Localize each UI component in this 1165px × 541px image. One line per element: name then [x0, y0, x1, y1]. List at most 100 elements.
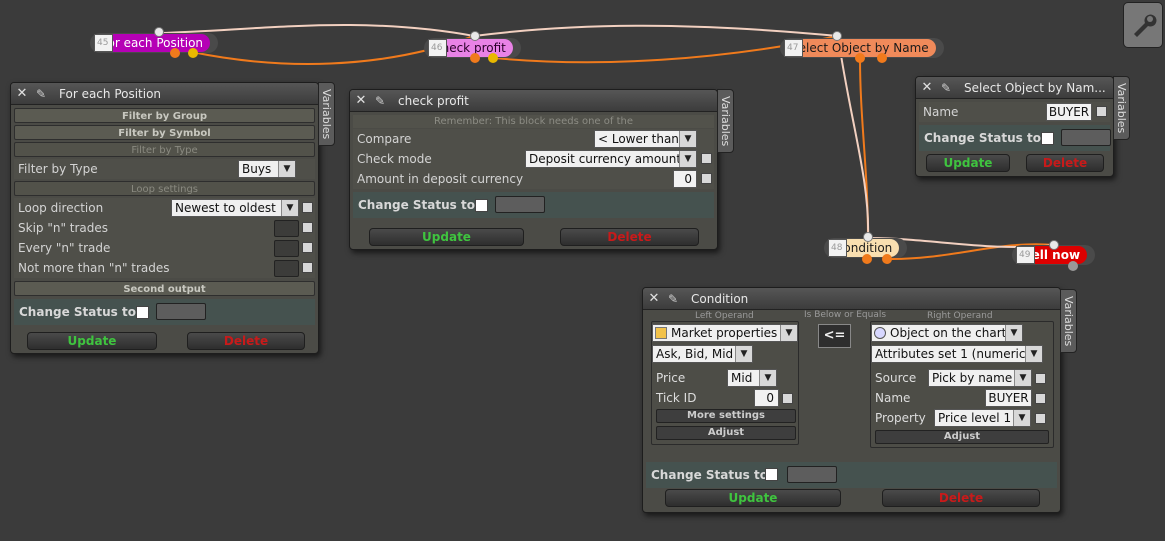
section-filter-symbol[interactable]: Filter by Symbol: [14, 125, 315, 140]
variables-tab[interactable]: Variables: [318, 82, 335, 146]
name-input[interactable]: BUYER: [985, 389, 1032, 407]
price-select[interactable]: Mid ▼: [727, 369, 777, 387]
tickid-checkbox[interactable]: [782, 393, 793, 404]
every-checkbox[interactable]: [302, 242, 313, 253]
tool-button[interactable]: [1123, 2, 1163, 48]
change-status-checkbox[interactable]: [136, 306, 149, 319]
name-input[interactable]: BUYER: [1046, 103, 1092, 121]
section-filter-group[interactable]: Filter by Group: [14, 108, 315, 123]
node-46-output-port[interactable]: [470, 53, 480, 63]
check-mode-checkbox[interactable]: [701, 153, 712, 164]
section-loop-settings[interactable]: Loop settings: [14, 181, 315, 196]
right-sub-select[interactable]: Attributes set 1 (numeric) ▼: [871, 345, 1043, 363]
change-status-checkbox[interactable]: [475, 199, 488, 212]
right-operand-caption: Right Operand: [927, 311, 993, 321]
window-title: check profit: [398, 93, 469, 108]
operator-box[interactable]: <=: [818, 324, 851, 348]
change-status-input[interactable]: [156, 303, 206, 320]
update-button[interactable]: Update: [926, 154, 1010, 172]
tickid-input[interactable]: 0: [754, 389, 779, 407]
node-45-input-port[interactable]: [154, 27, 164, 37]
close-icon[interactable]: ✕: [354, 93, 368, 108]
close-icon[interactable]: ✕: [920, 80, 934, 95]
node-49-input-port[interactable]: [1049, 240, 1059, 250]
pin-icon[interactable]: ✎: [29, 87, 53, 101]
node-49-output-port[interactable]: [1068, 261, 1078, 271]
section-filter-type[interactable]: Filter by Type: [14, 142, 315, 157]
node-46-second-output-port[interactable]: [488, 53, 498, 63]
change-status-input[interactable]: [787, 466, 837, 483]
delete-button[interactable]: Delete: [882, 489, 1040, 507]
check-mode-select[interactable]: Deposit currency amount ▼: [525, 150, 697, 168]
skip-input[interactable]: [274, 219, 299, 237]
source-checkbox[interactable]: [1035, 373, 1046, 384]
close-icon[interactable]: ✕: [15, 86, 29, 101]
property-checkbox[interactable]: [1035, 413, 1046, 424]
name-checkbox[interactable]: [1035, 393, 1046, 404]
every-row: Every "n" trade: [14, 238, 315, 258]
node-46-input-port[interactable]: [470, 31, 480, 41]
variables-tab[interactable]: Variables: [1060, 289, 1077, 353]
change-status-input[interactable]: [495, 196, 545, 213]
node-47-second-output-port[interactable]: [877, 53, 887, 63]
skip-row: Skip "n" trades: [14, 218, 315, 238]
section-second-output[interactable]: Second output: [14, 281, 315, 296]
chevron-down-icon: ▼: [1025, 346, 1042, 362]
amount-input[interactable]: 0: [673, 170, 697, 188]
loop-direction-row: Loop direction Newest to oldest ▼: [14, 198, 315, 218]
update-button[interactable]: Update: [665, 489, 841, 507]
update-button[interactable]: Update: [369, 228, 524, 246]
notmore-input[interactable]: [274, 259, 299, 277]
node-45[interactable]: 45 For each Position: [90, 33, 219, 53]
pin-icon[interactable]: ✎: [368, 94, 392, 108]
notmore-checkbox[interactable]: [302, 262, 313, 273]
window-titlebar[interactable]: ✕ ✎ check profit: [350, 90, 717, 112]
chevron-down-icon: ▼: [679, 151, 696, 167]
window-check-profit: ✕ ✎ check profit Remember: This block ne…: [349, 89, 718, 250]
node-47-output-port[interactable]: [855, 53, 865, 63]
compare-label: Compare: [357, 132, 412, 146]
window-titlebar[interactable]: ✕ ✎ For each Position: [11, 83, 318, 105]
operator-caption: Is Below or Equals: [804, 310, 887, 320]
node-47-input-port[interactable]: [832, 31, 842, 41]
variables-tab[interactable]: Variables: [1113, 76, 1130, 140]
delete-button[interactable]: Delete: [1026, 154, 1104, 172]
window-titlebar[interactable]: ✕ ✎ Select Object by Nam...: [916, 77, 1113, 99]
compare-select[interactable]: < Lower than ▼: [594, 130, 697, 148]
skip-checkbox[interactable]: [302, 222, 313, 233]
change-status-input[interactable]: [1061, 129, 1111, 146]
amount-label: Amount in deposit currency: [357, 172, 524, 186]
filter-type-select[interactable]: Buys ▼: [238, 160, 296, 178]
loop-direction-checkbox[interactable]: [302, 202, 313, 213]
variables-tab[interactable]: Variables: [717, 89, 734, 153]
node-45-output-port[interactable]: [170, 48, 180, 58]
adjust-right-button[interactable]: Adjust: [875, 430, 1049, 444]
change-status-row: Change Status to: [14, 299, 315, 325]
property-select[interactable]: Price level 1 ▼: [934, 409, 1031, 427]
price-label: Price: [656, 371, 686, 385]
pin-icon[interactable]: ✎: [661, 292, 685, 306]
every-input[interactable]: [274, 239, 299, 257]
change-status-checkbox[interactable]: [765, 468, 778, 481]
node-48-second-output-port[interactable]: [882, 254, 892, 264]
node-48-input-port[interactable]: [863, 232, 873, 242]
delete-button[interactable]: Delete: [187, 332, 305, 350]
change-status-checkbox[interactable]: [1041, 132, 1054, 145]
update-button[interactable]: Update: [27, 332, 157, 350]
adjust-left-button[interactable]: Adjust: [656, 426, 796, 440]
name-checkbox[interactable]: [1096, 106, 1107, 117]
node-48-output-port[interactable]: [862, 254, 872, 264]
delete-button[interactable]: Delete: [560, 228, 699, 246]
left-source-select[interactable]: Market properties ▼: [652, 324, 798, 342]
source-select[interactable]: Pick by name ▼: [928, 369, 1032, 387]
left-sub-select[interactable]: Ask, Bid, Mid ▼: [652, 345, 753, 363]
more-settings-button[interactable]: More settings: [656, 409, 796, 423]
amount-checkbox[interactable]: [701, 173, 712, 184]
window-titlebar[interactable]: ✕ ✎ Condition: [643, 288, 1060, 310]
node-45-second-output-port[interactable]: [188, 48, 198, 58]
pin-icon[interactable]: ✎: [934, 81, 958, 95]
close-icon[interactable]: ✕: [647, 291, 661, 306]
right-source-select[interactable]: Object on the chart ▼: [871, 324, 1023, 342]
chevron-down-icon: ▼: [281, 200, 298, 216]
loop-direction-select[interactable]: Newest to oldest ▼: [171, 199, 299, 217]
